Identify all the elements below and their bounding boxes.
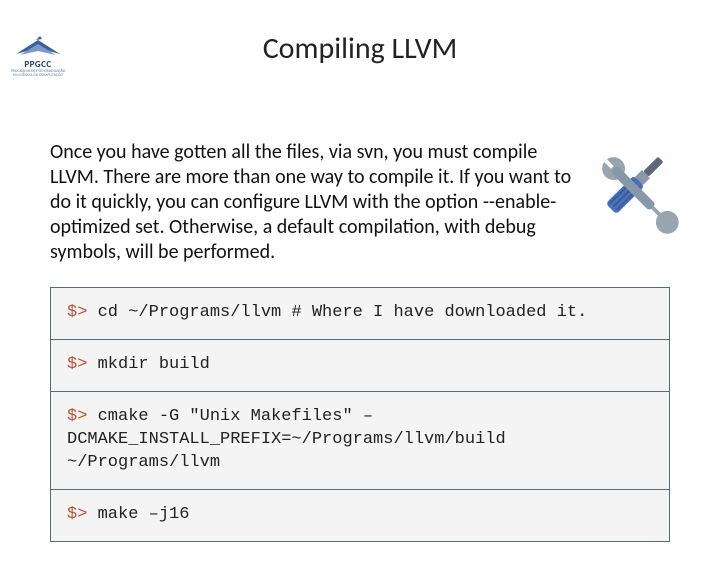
code-cmd: make –j16 [98, 505, 190, 524]
prompt: $> [67, 407, 98, 426]
code-row: $> mkdir build [51, 340, 669, 392]
bird-icon [14, 36, 62, 58]
content-area: Once you have gotten all the files, via … [50, 140, 670, 542]
logo-sub2: EM CIÊNCIA DA COMPUTAÇÃO [8, 74, 68, 78]
prompt: $> [67, 505, 98, 524]
intro-text: Once you have gotten all the files, via … [50, 140, 580, 265]
code-cmd: cd ~/Programs/llvm # Where I have downlo… [98, 303, 588, 322]
prompt: $> [67, 355, 98, 374]
prompt: $> [67, 303, 98, 322]
logo: PPGCC PROGRAMA DE PÓS-GRADUAÇÃO EM CIÊNC… [8, 36, 68, 78]
code-cmd: cmake -G "Unix Makefiles" –DCMAKE_INSTAL… [67, 407, 506, 472]
tools-icon [585, 140, 680, 235]
code-row: $> cmake -G "Unix Makefiles" –DCMAKE_INS… [51, 392, 669, 490]
code-row: $> cd ~/Programs/llvm # Where I have dow… [51, 288, 669, 340]
page-title: Compiling LLVM [0, 30, 720, 67]
code-cmd: mkdir build [98, 355, 210, 374]
code-block: $> cd ~/Programs/llvm # Where I have dow… [50, 287, 670, 542]
code-row: $> make –j16 [51, 490, 669, 541]
